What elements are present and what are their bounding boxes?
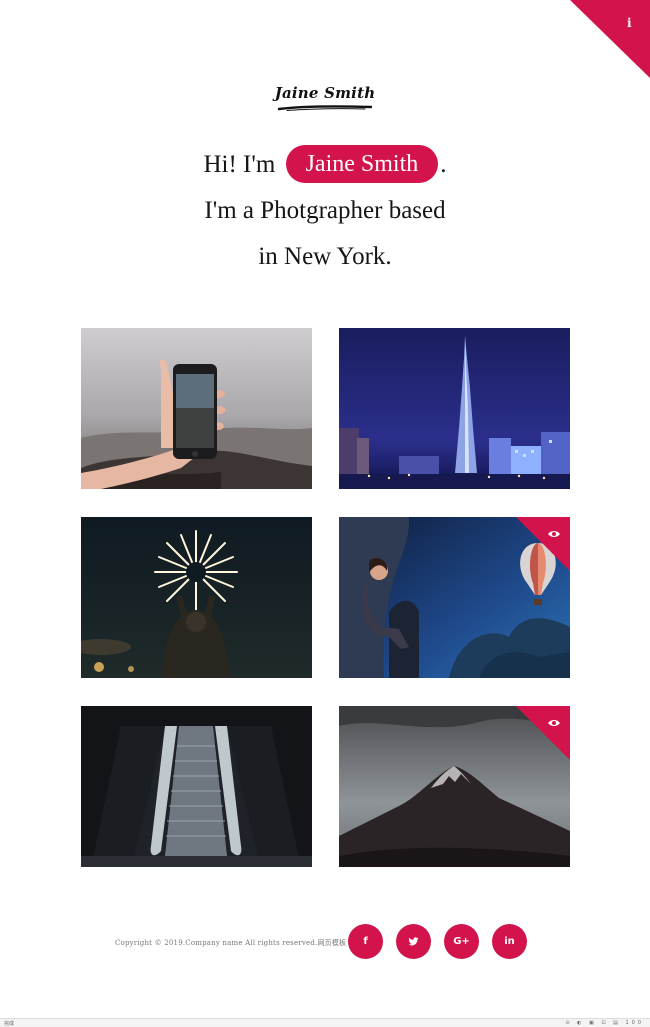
hero-greeting: Hi! I'm [203, 151, 276, 178]
twitter-icon [408, 937, 419, 946]
copyright-text: Copyright © 2019.Company name All rights… [115, 939, 347, 947]
photo-city-night [339, 328, 570, 489]
hero-line-3: in New York. [258, 243, 392, 270]
logo-text: Jaine Smith [274, 84, 376, 102]
linkedin-button[interactable]: in [492, 924, 527, 959]
photo-escalator [81, 706, 312, 867]
gallery-item-city-night[interactable] [339, 328, 570, 489]
photo-gallery [81, 328, 570, 868]
linkedin-icon: in [504, 936, 515, 947]
browser-status-bar: 完成 ⊙ ◐ ▣ ⊡ ▤ 100 [0, 1018, 650, 1027]
hero-greeting-suffix: . [440, 151, 447, 178]
google-plus-button[interactable]: G+ [444, 924, 479, 959]
site-logo[interactable]: Jaine Smith [0, 84, 650, 112]
gallery-item-escalator[interactable] [81, 706, 312, 867]
gallery-item-phone-coast[interactable] [81, 328, 312, 489]
google-plus-icon: G+ [453, 936, 470, 947]
footer: Copyright © 2019.Company name All rights… [0, 924, 650, 964]
view-overlay[interactable] [516, 517, 570, 571]
status-icons: ⊙ ◐ ▣ ⊡ ▤ 100 [565, 1020, 644, 1026]
photo-fireworks [81, 517, 312, 678]
photo-phone-coast [81, 328, 312, 489]
corner-triangle: i [570, 0, 650, 78]
gallery-item-fireworks[interactable] [81, 517, 312, 678]
status-text: 完成 [4, 1021, 15, 1027]
hero-intro: Hi! I'm Jaine Smith. I'm a Photgrapher b… [0, 142, 650, 280]
social-links: f G+ in [348, 924, 527, 960]
view-overlay[interactable] [516, 706, 570, 760]
name-pill: Jaine Smith [285, 145, 439, 183]
logo-brush-underline [277, 105, 373, 111]
hero-line-1: Hi! I'm Jaine Smith. [0, 142, 650, 188]
facebook-icon: f [363, 936, 368, 947]
info-icon: i [627, 16, 632, 30]
facebook-button[interactable]: f [348, 924, 383, 959]
info-corner-button[interactable]: i [570, 0, 650, 78]
twitter-button[interactable] [396, 924, 431, 959]
gallery-item-mountain[interactable] [339, 706, 570, 867]
gallery-item-balloon[interactable] [339, 517, 570, 678]
hero-line-2: I'm a Photgrapher based [204, 197, 446, 224]
